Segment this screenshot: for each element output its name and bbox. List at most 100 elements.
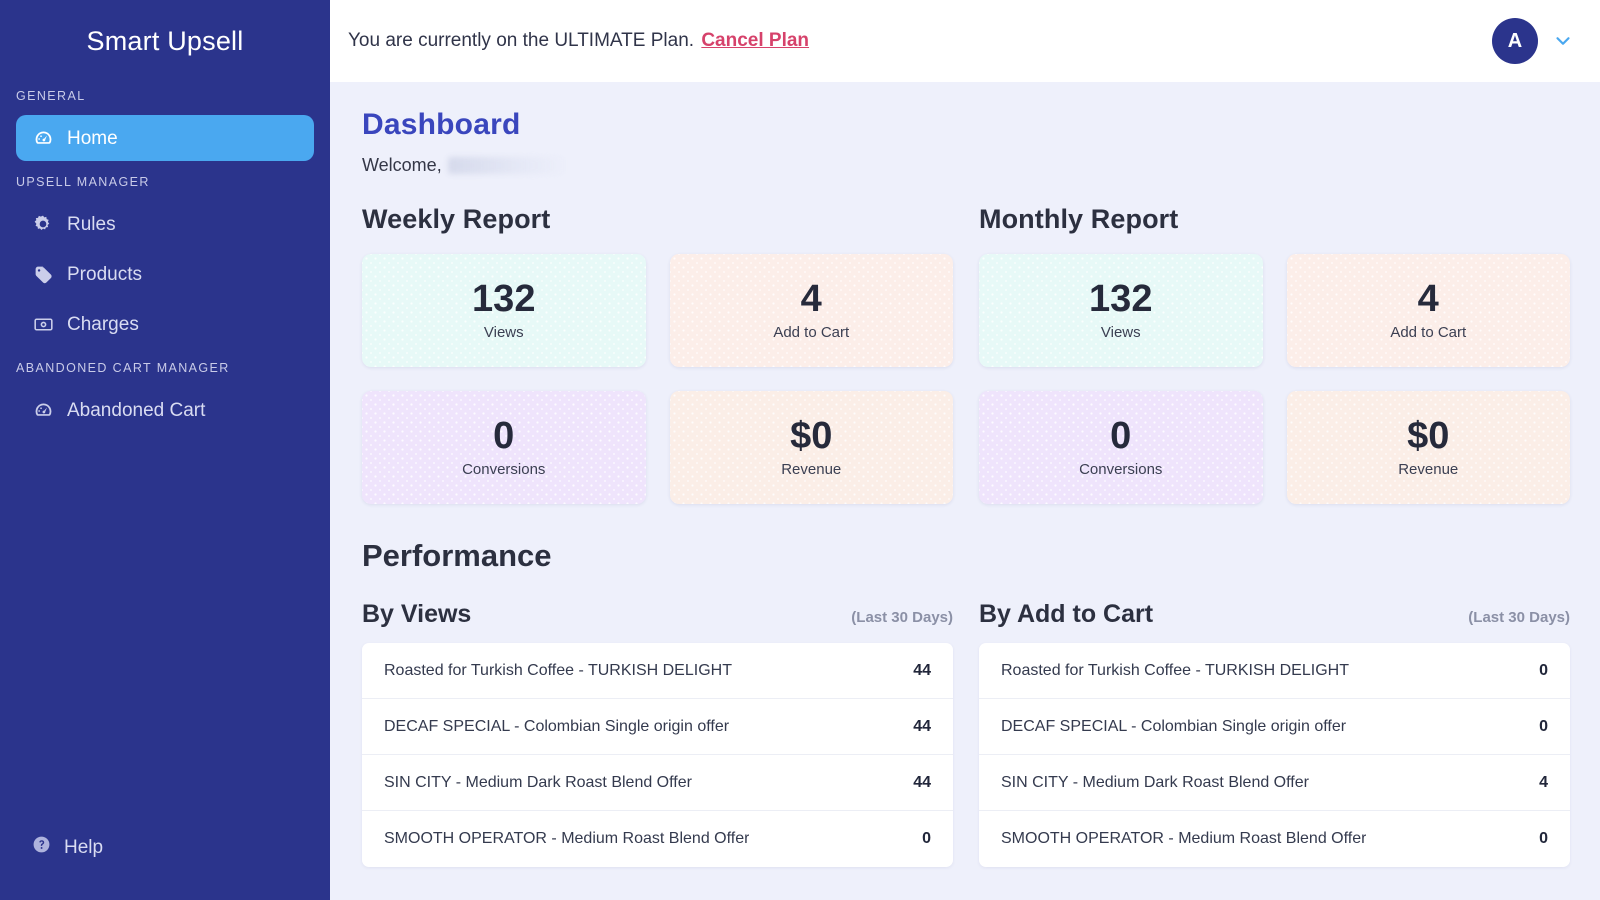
chevron-down-icon[interactable] [1552,30,1574,52]
by-addtocart-list: Roasted for Turkish Coffee - TURKISH DEL… [979,643,1570,867]
list-item: SMOOTH OPERATOR - Medium Roast Blend Off… [979,811,1570,867]
stat-card-conversions: 0 Conversions [979,391,1263,504]
stat-card-views: 132 Views [979,254,1263,367]
plan-banner: You are currently on the ULTIMATE Plan. … [348,30,809,52]
sidebar-item-label: Charges [67,313,139,335]
by-views-list: Roasted for Turkish Coffee - TURKISH DEL… [362,643,953,867]
report-column-monthly: Monthly Report 132 Views 4 Add to Cart 0 Conv… [979,204,1570,504]
by-addtocart-range: (Last 30 Days) [1468,609,1570,626]
page-content: Dashboard Welcome, Weekly Report 132 View… [330,82,1600,900]
list-item: Roasted for Turkish Coffee - TURKISH DEL… [979,643,1570,699]
list-item-name: DECAF SPECIAL - Colombian Single origin … [1001,717,1347,735]
welcome-line: Welcome, [362,152,1570,178]
list-item-value: 4 [1539,773,1548,791]
list-item-value: 0 [922,830,931,847]
stat-label: Add to Cart [1390,324,1467,341]
stat-label: Conversions [1079,461,1163,478]
stat-card-add-to-cart: 4 Add to Cart [1286,254,1570,367]
list-item-name: SIN CITY - Medium Dark Roast Blend Offer [1001,773,1309,791]
stat-label: Views [483,324,524,341]
list-item-name: Roasted for Turkish Coffee - TURKISH DEL… [1001,661,1349,679]
list-item-value: 44 [913,661,931,679]
by-views-range: (Last 30 Days) [851,609,953,626]
report-column-weekly: Weekly Report 132 Views 4 Add to Cart 0 Conve… [362,204,953,504]
list-item-value: 44 [913,717,931,735]
stat-value: 132 [472,278,536,320]
welcome-name-redacted [447,156,568,174]
stat-label: Conversions [462,461,546,478]
stat-label: Add to Cart [773,324,850,341]
page-title: Dashboard [362,108,521,141]
performance-column-addtocart: By Add to Cart (Last 30 Days) Roasted fo… [979,574,1570,867]
by-addtocart-header: By Add to Cart (Last 30 Days) [979,600,1570,629]
list-item-value: 0 [1539,661,1548,679]
list-item: DECAF SPECIAL - Colombian Single origin … [979,699,1570,755]
stat-card-revenue: $0 Revenue [669,391,953,504]
by-addtocart-title: By Add to Cart [979,600,1154,628]
weekly-report-title: Weekly Report [362,204,551,234]
cancel-plan-link[interactable]: Cancel Plan [701,30,809,51]
sidebar-item-home[interactable]: Home [16,115,314,161]
list-item-name: DECAF SPECIAL - Colombian Single origin … [384,717,730,735]
stat-value: 4 [1417,278,1439,320]
reports-row: Weekly Report 132 Views 4 Add to Cart 0 Conve… [362,204,1570,504]
welcome-prefix: Welcome, [362,154,442,175]
stat-value: 4 [800,278,822,320]
sidebar-section-label-upsell-manager: UPSELL MANAGER [16,175,150,189]
performance-title: Performance [362,538,552,573]
sidebar-item-label: Rules [67,213,116,235]
gear-icon [32,213,54,235]
stat-card-views: 132 Views [362,254,646,367]
sidebar: Smart Upsell GENERAL Home UPSELL MANAGER Ru… [0,0,330,900]
list-item-value: 0 [1539,830,1548,847]
app-window: Smart Upsell GENERAL Home UPSELL MANAGER Ru… [0,0,1600,900]
sidebar-item-help[interactable]: Help [16,825,314,870]
list-item-name: SMOOTH OPERATOR - Medium Roast Blend Off… [384,830,750,847]
stat-label: Revenue [1398,461,1459,478]
performance-row: By Views (Last 30 Days) Roasted for Turk… [362,574,1570,867]
sidebar-item-products[interactable]: Products [16,251,314,297]
list-item-name: SIN CITY - Medium Dark Roast Blend Offer [384,773,692,791]
stat-value: 0 [1110,415,1132,457]
by-views-header: By Views (Last 30 Days) [362,600,953,629]
stat-label: Revenue [781,461,842,478]
list-item: SMOOTH OPERATOR - Medium Roast Blend Off… [362,811,953,867]
avatar[interactable]: A [1492,18,1538,64]
question-circle-icon [32,835,51,860]
stat-card-add-to-cart: 4 Add to Cart [669,254,953,367]
performance-column-views: By Views (Last 30 Days) Roasted for Turk… [362,574,953,867]
stat-value: 0 [493,415,515,457]
sidebar-item-label: Products [67,263,142,285]
sidebar-item-abandoned-cart[interactable]: Abandoned Cart [16,387,314,433]
sidebar-item-help-label: Help [64,836,104,858]
stat-card-conversions: 0 Conversions [362,391,646,504]
sidebar-item-label: Abandoned Cart [67,399,206,421]
dashboard-gauge-icon [32,399,54,421]
stat-value: $0 [790,415,833,457]
app-brand-title: Smart Upsell [86,26,244,56]
list-item-value: 44 [913,773,931,791]
sidebar-nav: GENERAL Home UPSELL MANAGER Rules Products Ch… [0,79,330,437]
list-item-name: SMOOTH OPERATOR - Medium Roast Blend Off… [1001,830,1367,847]
weekly-stat-grid: 132 Views 4 Add to Cart 0 Conversions $0 Revenu… [362,254,953,504]
list-item: SIN CITY - Medium Dark Roast Blend Offer… [979,755,1570,811]
sidebar-item-label: Home [67,127,118,149]
list-item-value: 0 [1539,717,1548,735]
monthly-stat-grid: 132 Views 4 Add to Cart 0 Conversions $0 Revenu… [979,254,1570,504]
list-item: SIN CITY - Medium Dark Roast Blend Offer… [362,755,953,811]
sidebar-item-rules[interactable]: Rules [16,201,314,247]
topbar: You are currently on the ULTIMATE Plan. … [330,0,1600,82]
main-area: You are currently on the ULTIMATE Plan. … [330,0,1600,900]
list-item: Roasted for Turkish Coffee - TURKISH DEL… [362,643,953,699]
sidebar-item-charges[interactable]: Charges [16,301,314,347]
sidebar-section-label-general: GENERAL [16,89,86,103]
list-item-name: Roasted for Turkish Coffee - TURKISH DEL… [384,661,732,679]
stat-value: $0 [1407,415,1450,457]
stat-label: Views [1100,324,1141,341]
by-views-title: By Views [362,600,472,628]
monthly-report-title: Monthly Report [979,204,1179,234]
sidebar-section-label-abandoned-cart-manager: ABANDONED CART MANAGER [16,361,230,375]
list-item: DECAF SPECIAL - Colombian Single origin … [362,699,953,755]
stat-card-revenue: $0 Revenue [1286,391,1570,504]
